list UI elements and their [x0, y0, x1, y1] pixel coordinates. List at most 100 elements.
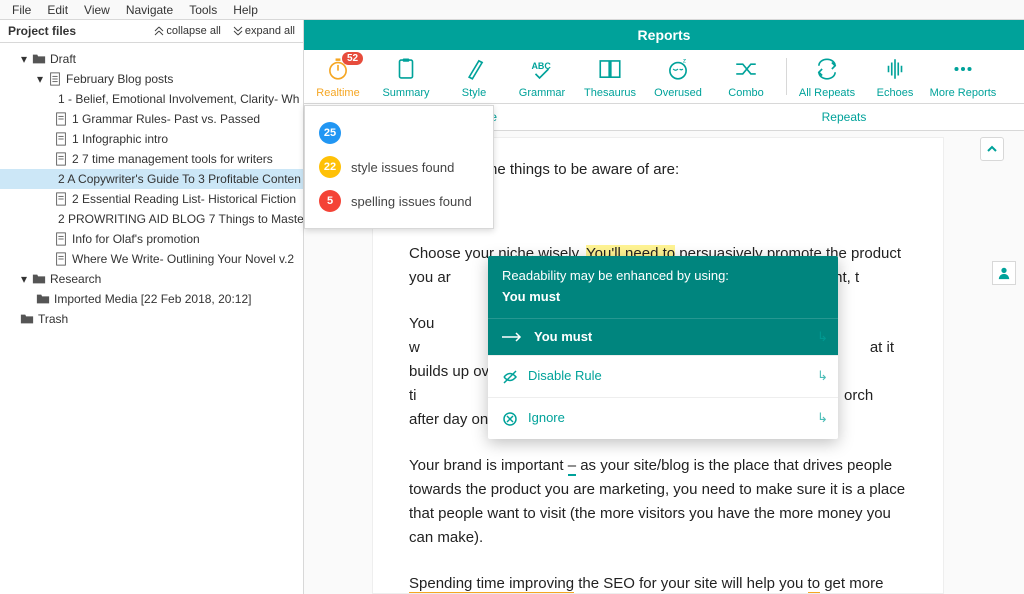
tree-doc[interactable]: 1 Infographic intro — [0, 129, 303, 149]
collapse-label: collapse all — [166, 25, 220, 37]
tree-doc[interactable]: 1 - Belief, Emotional Involvement, Clari… — [0, 89, 303, 109]
tree-doc-selected[interactable]: 2 A Copywriter's Guide To 3 Profitable C… — [0, 169, 303, 189]
tool-style[interactable]: Style — [440, 50, 508, 103]
person-icon — [997, 266, 1011, 280]
folder-icon — [20, 312, 34, 326]
menu-help[interactable]: Help — [225, 1, 266, 19]
tool-label: More Reports — [929, 87, 997, 99]
issue-grammar-row[interactable]: 25 — [305, 116, 493, 150]
tool-summary[interactable]: Summary — [372, 50, 440, 103]
menu-navigate[interactable]: Navigate — [118, 1, 181, 19]
tree-label: Where We Write- Outlining Your Novel v.2 — [72, 250, 294, 268]
tree-feb-folder[interactable]: ▾ February Blog posts — [0, 69, 303, 89]
chevron-up-icon — [986, 143, 998, 155]
issue-style-row[interactable]: 22 style issues found — [305, 150, 493, 184]
document-icon — [54, 112, 68, 126]
suggestion-text: You must — [534, 327, 592, 348]
caret-icon: ▾ — [20, 270, 28, 288]
tool-grammar[interactable]: ABC Grammar — [508, 50, 576, 103]
tool-echoes[interactable]: Echoes — [861, 50, 929, 103]
tool-label: Thesaurus — [576, 87, 644, 99]
close-circle-icon — [502, 411, 518, 427]
menu-view[interactable]: View — [76, 1, 118, 19]
text: some things to be aware of are: — [469, 161, 679, 178]
submenu-arrow-icon: ↳ — [817, 408, 828, 429]
tree-doc[interactable]: Where We Write- Outlining Your Novel v.2 — [0, 249, 303, 269]
document-icon — [54, 152, 68, 166]
underlined-text[interactable]: – — [568, 457, 576, 476]
toolbar-separator — [786, 58, 787, 95]
issue-label: style issues found — [351, 160, 454, 175]
caret-icon: ▾ — [20, 50, 28, 68]
sleepy-face-icon: z — [665, 56, 691, 82]
tree-label: February Blog posts — [66, 70, 173, 88]
tree-label: 1 Infographic intro — [72, 130, 168, 148]
tool-all-repeats[interactable]: All Repeats — [793, 50, 861, 103]
expand-label: expand all — [245, 25, 295, 37]
text: Your brand is important — [409, 457, 568, 474]
sidebar-title: Project files — [8, 24, 76, 38]
popup-apply-suggestion[interactable]: You must ↳ — [488, 318, 838, 356]
tool-overused[interactable]: z Overused — [644, 50, 712, 103]
tree-draft-folder[interactable]: ▾ Draft — [0, 49, 303, 69]
expand-all-button[interactable]: expand all — [233, 25, 295, 37]
popup-label: Disable Rule — [528, 366, 602, 387]
repeat-icon — [814, 56, 840, 82]
tree-doc[interactable]: 1 Grammar Rules- Past vs. Passed — [0, 109, 303, 129]
issues-dropdown: 25 22 style issues found 5 spelling issu… — [304, 105, 494, 229]
tree-doc[interactable]: 2 PROWRITING AID BLOG 7 Things to Master — [0, 209, 303, 229]
tree-doc[interactable]: 2 7 time management tools for writers — [0, 149, 303, 169]
popup-header: Readability may be enhanced by using: Yo… — [488, 256, 838, 318]
soundwave-icon — [882, 56, 908, 82]
subtab-repeats[interactable]: Repeats — [664, 104, 1024, 130]
tree-research-folder[interactable]: ▾ Research — [0, 269, 303, 289]
clipboard-icon — [393, 56, 419, 82]
project-tree: ▾ Draft ▾ February Blog posts 1 - Belief… — [0, 43, 303, 335]
issue-label: spelling issues found — [351, 194, 472, 209]
tree-label: Trash — [38, 310, 68, 328]
tree-label: Imported Media [22 Feb 2018, 20:12] — [54, 290, 251, 308]
popup-disable-rule[interactable]: Disable Rule ↳ — [488, 355, 838, 397]
menu-file[interactable]: File — [4, 1, 39, 19]
tree-imported-folder[interactable]: Imported Media [22 Feb 2018, 20:12] — [0, 289, 303, 309]
count-badge: 22 — [319, 156, 341, 178]
menu-tools[interactable]: Tools — [181, 1, 225, 19]
realtime-badge: 52 — [342, 52, 363, 65]
count-badge: 5 — [319, 190, 341, 212]
tool-label: Overused — [644, 87, 712, 99]
collapse-all-button[interactable]: collapse all — [154, 25, 220, 37]
eye-off-icon — [502, 369, 518, 385]
text: You w — [409, 315, 434, 356]
tree-doc[interactable]: 2 Essential Reading List- Historical Fic… — [0, 189, 303, 209]
reports-title: Reports — [638, 27, 691, 43]
tree-label: Draft — [50, 50, 76, 68]
document-icon — [54, 232, 68, 246]
editor-panel: Reports 52 Realtime Summary Style ABC Gr… — [304, 20, 1024, 594]
popup-ignore[interactable]: Ignore ↳ — [488, 397, 838, 439]
reports-header: Reports — [304, 20, 1024, 50]
tool-label: Realtime — [304, 87, 372, 99]
tree-doc[interactable]: Info for Olaf's promotion — [0, 229, 303, 249]
tool-thesaurus[interactable]: Thesaurus — [576, 50, 644, 103]
folder-open-icon — [32, 52, 46, 66]
underlined-text[interactable]: to — [808, 575, 821, 594]
issue-spelling-row[interactable]: 5 spelling issues found — [305, 184, 493, 218]
count-badge: 25 — [319, 122, 341, 144]
folder-icon — [36, 292, 50, 306]
folder-icon — [32, 272, 46, 286]
tree-label: Info for Olaf's promotion — [72, 230, 200, 248]
text: the SEO for your site will help you — [574, 575, 807, 592]
popup-title: Readability may be enhanced by using: — [502, 266, 824, 287]
tool-combo[interactable]: Combo — [712, 50, 780, 103]
tool-label: Grammar — [508, 87, 576, 99]
tool-realtime[interactable]: 52 Realtime — [304, 50, 372, 103]
popup-label: Ignore — [528, 408, 565, 429]
menu-edit[interactable]: Edit — [39, 1, 76, 19]
tree-trash-folder[interactable]: Trash — [0, 309, 303, 329]
tree-label: 1 Grammar Rules- Past vs. Passed — [72, 110, 260, 128]
tool-more-reports[interactable]: More Reports — [929, 50, 997, 103]
reports-toolbar: 52 Realtime Summary Style ABC Grammar Th… — [304, 50, 1024, 104]
scroll-up-button[interactable] — [980, 137, 1004, 161]
underlined-text[interactable]: Spending time improving — [409, 575, 574, 594]
profile-button[interactable] — [992, 261, 1016, 285]
